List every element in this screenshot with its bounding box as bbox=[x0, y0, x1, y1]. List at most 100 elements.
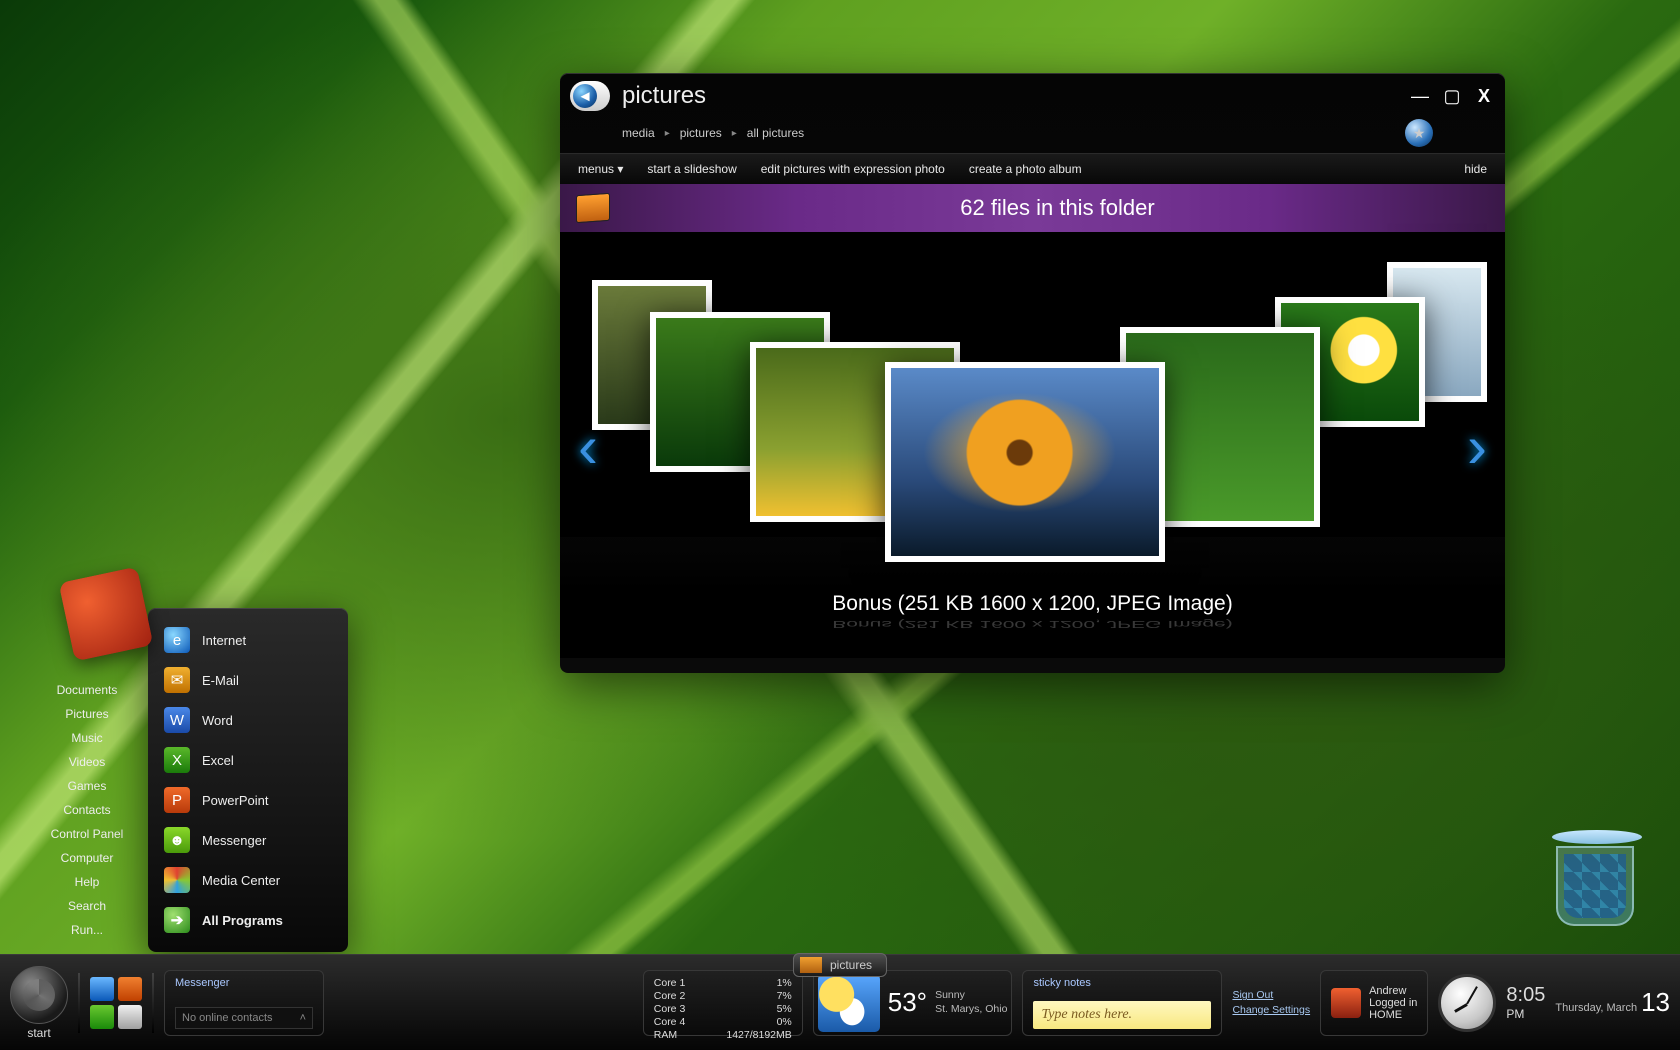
user-panel[interactable]: Andrew Logged in HOME bbox=[1320, 970, 1428, 1036]
program-label: All Programs bbox=[202, 913, 283, 928]
recycle-bin[interactable] bbox=[1552, 830, 1638, 926]
core-value: 0% bbox=[777, 1016, 792, 1029]
pictures-window[interactable]: ◄ pictures — ▢ X media ▸ pictures ▸ all … bbox=[560, 73, 1505, 673]
date-number: 13 bbox=[1641, 987, 1670, 1018]
next-arrow-icon[interactable]: › bbox=[1467, 412, 1487, 481]
minimize-button[interactable]: — bbox=[1409, 86, 1431, 107]
gallery[interactable]: ‹ › bbox=[560, 232, 1505, 592]
change-settings-link[interactable]: Change Settings bbox=[1232, 1004, 1310, 1016]
messenger-panel[interactable]: Messenger No online contacts ˄ bbox=[164, 970, 324, 1036]
program-label: E-Mail bbox=[202, 673, 239, 688]
program-internet[interactable]: eInternet bbox=[148, 620, 348, 660]
core-label: Core 1 bbox=[654, 977, 686, 990]
weather-temp: 53° bbox=[888, 987, 927, 1018]
close-button[interactable]: X bbox=[1473, 86, 1495, 107]
menus-button[interactable]: menus ▾ bbox=[578, 162, 623, 176]
all-programs[interactable]: ➔ All Programs bbox=[148, 900, 348, 940]
sidebar-item-documents[interactable]: Documents bbox=[32, 678, 142, 702]
core-value: 7% bbox=[777, 990, 792, 1003]
sidebar-item-computer[interactable]: Computer bbox=[32, 846, 142, 870]
start-button[interactable]: start bbox=[10, 966, 68, 1040]
breadcrumb-item[interactable]: all pictures bbox=[747, 126, 804, 140]
program-label: Media Center bbox=[202, 873, 280, 888]
quick-launch-powerpoint-icon[interactable] bbox=[118, 977, 142, 1001]
thumbnail-selected[interactable] bbox=[885, 362, 1165, 562]
media-center-icon bbox=[164, 867, 190, 893]
system-links: Sign Out Change Settings bbox=[1232, 988, 1310, 1016]
quick-launch-explorer-icon[interactable] bbox=[118, 1005, 142, 1029]
clock-panel[interactable]: 8:05 PM bbox=[1438, 974, 1545, 1032]
program-messenger[interactable]: ☻ Messenger bbox=[148, 820, 348, 860]
user-avatar[interactable] bbox=[59, 567, 154, 662]
breadcrumb-sep-icon: ▸ bbox=[732, 128, 737, 139]
notes-input[interactable]: Type notes here. bbox=[1033, 1001, 1211, 1029]
sidebar-item-pictures[interactable]: Pictures bbox=[32, 702, 142, 726]
weather-location: St. Marys, Ohio bbox=[935, 1003, 1007, 1016]
messenger-icon: ☻ bbox=[164, 827, 190, 853]
chevron-up-icon[interactable]: ˄ bbox=[300, 1012, 306, 1024]
back-button[interactable]: ◄ bbox=[570, 81, 610, 111]
clock-face-icon bbox=[1438, 974, 1496, 1032]
messenger-header: Messenger bbox=[175, 977, 313, 989]
favorites-icon[interactable]: ★ bbox=[1405, 119, 1433, 147]
window-title: pictures bbox=[622, 82, 706, 110]
breadcrumb[interactable]: media ▸ pictures ▸ all pictures ★ bbox=[560, 119, 1505, 153]
edit-button[interactable]: edit pictures with expression photo bbox=[761, 162, 945, 176]
user-status: Logged in bbox=[1369, 997, 1417, 1009]
date-day: Thursday, March bbox=[1555, 1002, 1637, 1014]
hide-button[interactable]: hide bbox=[1464, 162, 1487, 176]
prev-arrow-icon[interactable]: ‹ bbox=[578, 412, 598, 481]
sidebar-item-music[interactable]: Music bbox=[32, 726, 142, 750]
breadcrumb-item[interactable]: pictures bbox=[680, 126, 722, 140]
breadcrumb-item[interactable]: media bbox=[622, 126, 655, 140]
recycle-bin-icon bbox=[1556, 846, 1634, 926]
start-menu[interactable]: Documents Pictures Music Videos Games Co… bbox=[26, 608, 348, 952]
window-controls: — ▢ X bbox=[1409, 86, 1495, 107]
caption-text: Bonus (251 KB 1600 x 1200, JPEG Image) bbox=[832, 592, 1232, 615]
ram-value: 1427/8192MB bbox=[726, 1029, 791, 1042]
all-programs-icon: ➔ bbox=[164, 907, 190, 933]
slideshow-button[interactable]: start a slideshow bbox=[647, 162, 736, 176]
weather-panel[interactable]: 53° Sunny St. Marys, Ohio bbox=[813, 970, 1013, 1036]
taskbar: pictures start Messenger No online conta… bbox=[0, 954, 1680, 1050]
start-menu-programs: eInternet ✉ E-Mail WWord XExcel PPowerPoi… bbox=[148, 608, 348, 952]
user-location: HOME bbox=[1369, 1009, 1417, 1021]
user-avatar-icon bbox=[1331, 988, 1361, 1018]
program-label: Messenger bbox=[202, 833, 266, 848]
cpu-panel[interactable]: Core 11% Core 27% Core 35% Core 40% RAM1… bbox=[643, 970, 803, 1036]
start-label: start bbox=[27, 1026, 50, 1040]
maximize-button[interactable]: ▢ bbox=[1441, 86, 1463, 107]
core-value: 5% bbox=[777, 1003, 792, 1016]
sidebar-item-search[interactable]: Search bbox=[32, 894, 142, 918]
core-label: Core 3 bbox=[654, 1003, 686, 1016]
sidebar-item-games[interactable]: Games bbox=[32, 774, 142, 798]
toolbar: menus ▾ start a slideshow edit pictures … bbox=[560, 153, 1505, 184]
sidebar-item-videos[interactable]: Videos bbox=[32, 750, 142, 774]
titlebar[interactable]: ◄ pictures — ▢ X bbox=[560, 73, 1505, 119]
sidebar-item-run[interactable]: Run... bbox=[32, 918, 142, 942]
program-label: Word bbox=[202, 713, 233, 728]
clock-time: 8:05 bbox=[1506, 984, 1545, 1006]
taskbar-separator bbox=[78, 973, 80, 1033]
breadcrumb-sep-icon: ▸ bbox=[665, 128, 670, 139]
program-excel[interactable]: XExcel bbox=[148, 740, 348, 780]
sidebar-item-help[interactable]: Help bbox=[32, 870, 142, 894]
quick-launch-ie-icon[interactable] bbox=[90, 977, 114, 1001]
program-powerpoint[interactable]: PPowerPoint bbox=[148, 780, 348, 820]
sidebar-item-control-panel[interactable]: Control Panel bbox=[32, 822, 142, 846]
quick-launch-excel-icon[interactable] bbox=[90, 1005, 114, 1029]
program-word[interactable]: WWord bbox=[148, 700, 348, 740]
taskbar-app-pictures[interactable]: pictures bbox=[793, 953, 887, 977]
album-button[interactable]: create a photo album bbox=[969, 162, 1082, 176]
mail-icon: ✉ bbox=[164, 667, 190, 693]
sidebar-item-contacts[interactable]: Contacts bbox=[32, 798, 142, 822]
core-label: Core 2 bbox=[654, 990, 686, 1003]
back-arrow-icon: ◄ bbox=[573, 84, 597, 108]
program-media-center[interactable]: Media Center bbox=[148, 860, 348, 900]
program-email[interactable]: ✉ E-Mail bbox=[148, 660, 348, 700]
excel-icon: X bbox=[164, 747, 190, 773]
sign-out-link[interactable]: Sign Out bbox=[1232, 989, 1273, 1001]
sticky-notes-panel[interactable]: sticky notes Type notes here. bbox=[1022, 970, 1222, 1036]
messenger-status-field[interactable]: No online contacts ˄ bbox=[175, 1007, 313, 1029]
start-menu-places: Documents Pictures Music Videos Games Co… bbox=[26, 608, 148, 952]
